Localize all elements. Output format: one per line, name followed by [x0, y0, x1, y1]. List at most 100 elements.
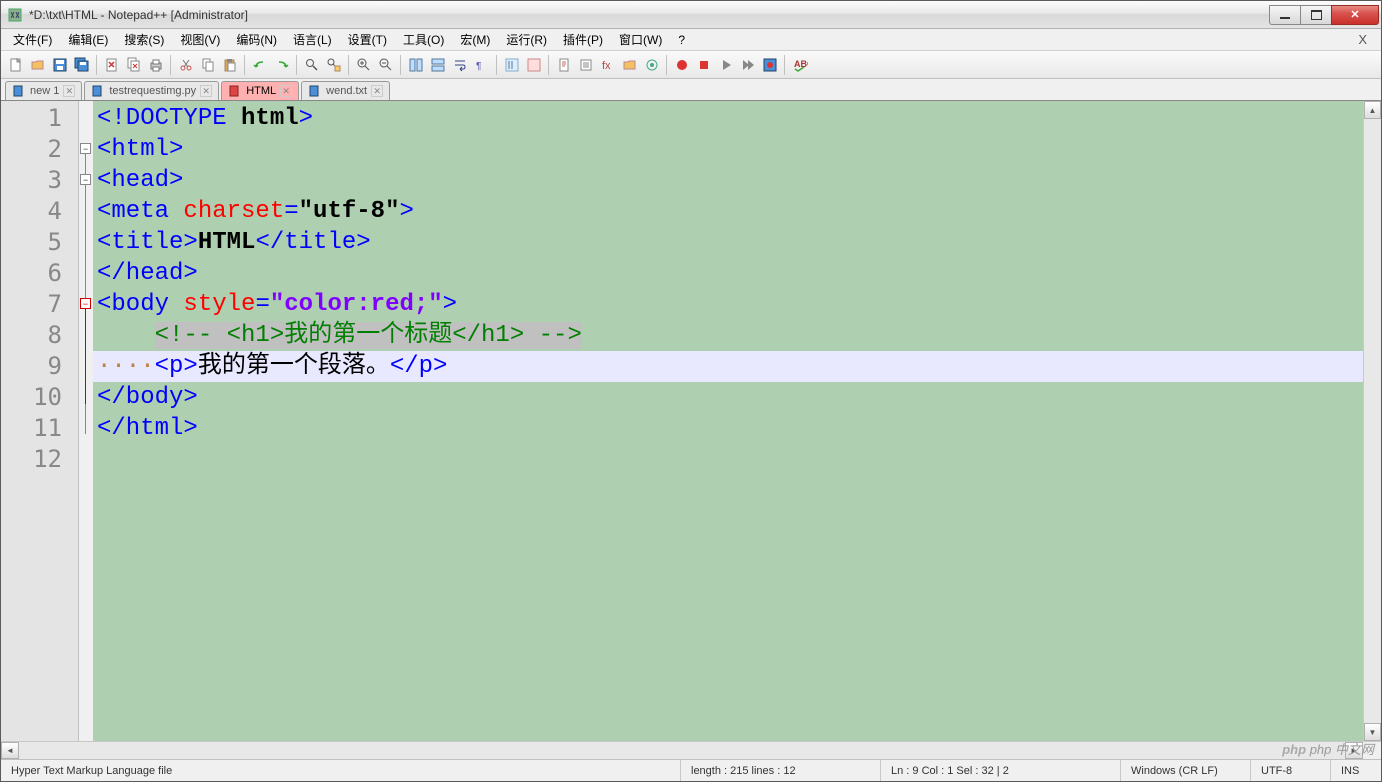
- record-icon[interactable]: [671, 54, 692, 75]
- tab-close-icon[interactable]: ✕: [280, 85, 292, 97]
- menubar-close-x[interactable]: X: [1348, 32, 1377, 47]
- new-file-icon[interactable]: [5, 54, 26, 75]
- menu-run[interactable]: 运行(R): [498, 29, 555, 50]
- indent-guide-icon[interactable]: [501, 54, 522, 75]
- folder-workspace-icon[interactable]: [619, 54, 640, 75]
- menu-search[interactable]: 搜索(S): [116, 29, 172, 50]
- func-list-icon[interactable]: fx: [597, 54, 618, 75]
- monitoring-icon[interactable]: [641, 54, 662, 75]
- open-file-icon[interactable]: [27, 54, 48, 75]
- lang-udl-icon[interactable]: [523, 54, 544, 75]
- spellcheck-icon[interactable]: ABC: [789, 54, 810, 75]
- zoom-in-icon[interactable]: [353, 54, 374, 75]
- window-controls: [1270, 5, 1379, 25]
- status-insert-mode[interactable]: INS: [1331, 760, 1381, 781]
- scroll-down-icon[interactable]: ▼: [1364, 723, 1381, 741]
- play-icon[interactable]: [715, 54, 736, 75]
- save-macro-icon[interactable]: [759, 54, 780, 75]
- scroll-left-icon[interactable]: ◄: [1, 742, 19, 759]
- replace-icon[interactable]: [323, 54, 344, 75]
- titlebar[interactable]: *D:\txt\HTML - Notepad++ [Administrator]: [1, 1, 1381, 29]
- status-language: Hyper Text Markup Language file: [1, 760, 681, 781]
- doc-map-icon[interactable]: [553, 54, 574, 75]
- copy-icon[interactable]: [197, 54, 218, 75]
- tab-close-icon[interactable]: ✕: [371, 85, 383, 97]
- toolbar-separator: [296, 55, 297, 75]
- sync-v-icon[interactable]: [405, 54, 426, 75]
- svg-text:¶: ¶: [476, 61, 481, 72]
- tab-new1[interactable]: new 1 ✕: [5, 81, 82, 100]
- undo-icon[interactable]: [249, 54, 270, 75]
- redo-icon[interactable]: [271, 54, 292, 75]
- minimize-button[interactable]: [1269, 5, 1301, 25]
- tab-close-icon[interactable]: ✕: [200, 85, 212, 97]
- code-line: </html>: [93, 413, 1363, 444]
- window-title: *D:\txt\HTML - Notepad++ [Administrator]: [29, 8, 1270, 22]
- menu-settings[interactable]: 设置(T): [340, 29, 395, 50]
- scroll-right-icon[interactable]: ►: [1345, 742, 1363, 759]
- tab-testrequest[interactable]: testrequestimg.py ✕: [84, 81, 219, 100]
- editor[interactable]: 1 2 3 4 5 6 7 8 9 10 11 12 − − − <!DOCTY…: [1, 101, 1381, 741]
- scroll-up-icon[interactable]: ▲: [1364, 101, 1381, 119]
- menu-window[interactable]: 窗口(W): [611, 29, 670, 50]
- maximize-button[interactable]: [1300, 5, 1332, 25]
- status-encoding[interactable]: UTF-8: [1251, 760, 1331, 781]
- status-length: length : 215 lines : 12: [681, 760, 881, 781]
- close-all-icon[interactable]: [123, 54, 144, 75]
- line-number: 4: [1, 196, 78, 227]
- menu-help[interactable]: ?: [670, 31, 693, 49]
- menu-macro[interactable]: 宏(M): [452, 29, 498, 50]
- menu-edit[interactable]: 编辑(E): [60, 29, 116, 50]
- menubar: 文件(F) 编辑(E) 搜索(S) 视图(V) 编码(N) 语言(L) 设置(T…: [1, 29, 1381, 51]
- code-area[interactable]: <!DOCTYPE html> <html> <head> <meta char…: [93, 101, 1363, 741]
- tab-close-icon[interactable]: ✕: [63, 85, 75, 97]
- scroll-track[interactable]: [1364, 119, 1381, 723]
- doc-list-icon[interactable]: [575, 54, 596, 75]
- svg-text:ABC: ABC: [794, 59, 808, 69]
- tabbar: new 1 ✕ testrequestimg.py ✕ HTML ✕ wend.…: [1, 79, 1381, 101]
- fold-column[interactable]: − − −: [79, 101, 93, 741]
- paste-icon[interactable]: [219, 54, 240, 75]
- line-number: 5: [1, 227, 78, 258]
- sync-h-icon[interactable]: [427, 54, 448, 75]
- svg-text:fx: fx: [602, 60, 611, 72]
- status-eol[interactable]: Windows (CR LF): [1121, 760, 1251, 781]
- line-number: 3: [1, 165, 78, 196]
- toolbar-separator: [496, 55, 497, 75]
- toolbar-separator: [784, 55, 785, 75]
- play-multi-icon[interactable]: [737, 54, 758, 75]
- toolbar-separator: [170, 55, 171, 75]
- fold-minus-icon[interactable]: −: [80, 174, 91, 185]
- stop-record-icon[interactable]: [693, 54, 714, 75]
- print-icon[interactable]: [145, 54, 166, 75]
- find-icon[interactable]: [301, 54, 322, 75]
- menu-encoding[interactable]: 编码(N): [228, 29, 285, 50]
- vertical-scrollbar[interactable]: ▲ ▼: [1363, 101, 1381, 741]
- toolbar-separator: [666, 55, 667, 75]
- fold-minus-icon[interactable]: −: [80, 143, 91, 154]
- cut-icon[interactable]: [175, 54, 196, 75]
- show-all-chars-icon[interactable]: ¶: [471, 54, 492, 75]
- menu-tools[interactable]: 工具(O): [395, 29, 452, 50]
- wordwrap-icon[interactable]: [449, 54, 470, 75]
- close-file-icon[interactable]: [101, 54, 122, 75]
- menu-file[interactable]: 文件(F): [5, 29, 60, 50]
- close-button[interactable]: [1331, 5, 1379, 25]
- file-icon: [12, 84, 26, 98]
- tab-wend[interactable]: wend.txt ✕: [301, 81, 390, 100]
- save-all-icon[interactable]: [71, 54, 92, 75]
- code-line: </head>: [93, 258, 1363, 289]
- menu-plugins[interactable]: 插件(P): [555, 29, 611, 50]
- toolbar: ¶ fx ABC: [1, 51, 1381, 79]
- code-line: [93, 444, 1363, 475]
- menu-language[interactable]: 语言(L): [285, 29, 340, 50]
- menu-view[interactable]: 视图(V): [172, 29, 228, 50]
- zoom-out-icon[interactable]: [375, 54, 396, 75]
- save-icon[interactable]: [49, 54, 70, 75]
- line-number: 2: [1, 134, 78, 165]
- tab-html[interactable]: HTML ✕: [221, 81, 299, 100]
- scroll-track[interactable]: [19, 742, 1345, 759]
- horizontal-scrollbar[interactable]: ◄ ►: [1, 741, 1381, 759]
- fold-minus-icon[interactable]: −: [80, 298, 91, 309]
- app-icon: [7, 7, 23, 23]
